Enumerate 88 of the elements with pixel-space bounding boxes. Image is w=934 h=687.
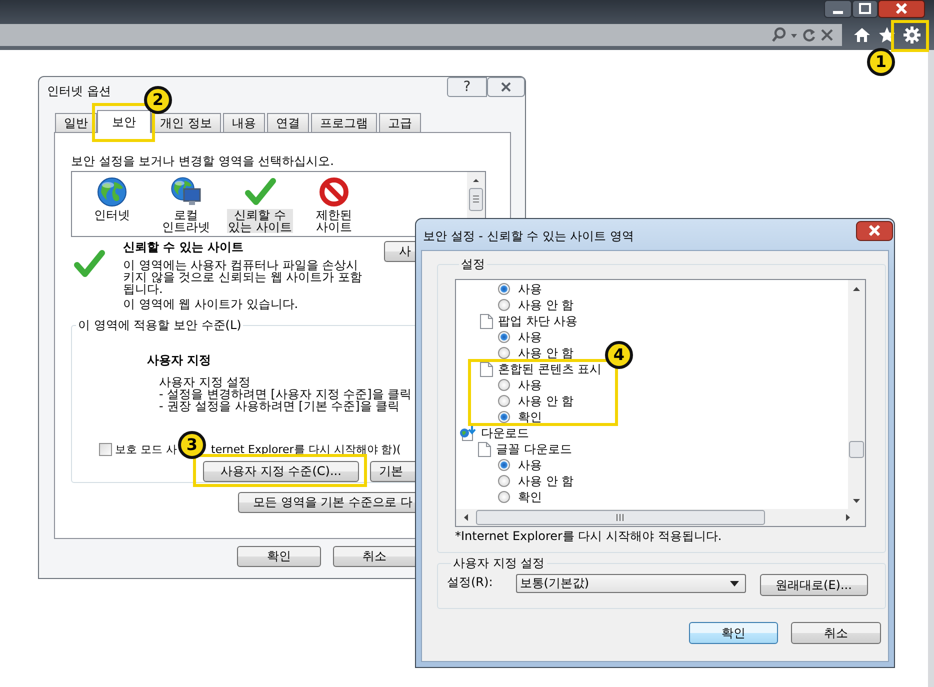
sites-button[interactable]: 사 bbox=[384, 241, 415, 262]
cancel-button[interactable]: 취소 bbox=[333, 546, 415, 567]
help-button[interactable]: ? bbox=[447, 77, 487, 97]
highlight-frame bbox=[891, 20, 929, 52]
globe-icon bbox=[96, 176, 128, 208]
option-label: 확인 bbox=[518, 411, 542, 423]
group-label: 이 영역에 적용할 보안 수준(L) bbox=[77, 318, 242, 332]
radio-button[interactable] bbox=[498, 411, 510, 423]
option-label: 사용 안 함 bbox=[518, 395, 574, 407]
radio-button[interactable] bbox=[498, 283, 510, 295]
settings-icon[interactable] bbox=[903, 26, 921, 44]
instruction-text: 보안 설정을 보거나 변경할 영역을 선택하십시오. bbox=[71, 154, 335, 168]
checkmark-icon bbox=[244, 176, 276, 208]
vertical-scrollbar[interactable] bbox=[848, 280, 865, 511]
radio-button[interactable] bbox=[498, 347, 510, 359]
setting-label: 팝업 차단 사용 bbox=[498, 315, 578, 327]
zone-item[interactable]: 인터넷 bbox=[75, 172, 149, 236]
group-label: 사용자 지정 설정 bbox=[452, 556, 546, 570]
zone-item[interactable]: 신뢰할 수 있는 사이트 bbox=[223, 172, 297, 236]
option-label: 사용 bbox=[518, 283, 542, 295]
tab[interactable]: 연결 bbox=[266, 113, 309, 132]
option-label: 사용 안 함 bbox=[518, 475, 574, 487]
level-name: 사용자 지정 bbox=[147, 353, 212, 367]
tab[interactable]: 개인 정보 bbox=[151, 113, 221, 132]
close-button[interactable] bbox=[487, 77, 525, 97]
stop-icon[interactable] bbox=[820, 27, 834, 43]
home-icon[interactable] bbox=[853, 26, 871, 44]
option-label: 확인 bbox=[518, 491, 542, 503]
prohibited-icon bbox=[318, 176, 350, 208]
minimize-button[interactable] bbox=[824, 0, 852, 18]
group-label: 설정 bbox=[460, 257, 486, 271]
reset-all-zones-button[interactable]: 모든 영역을 기본 수준으로 다 bbox=[238, 492, 416, 513]
setting-label: 혼합된 콘텐츠 표시 bbox=[498, 363, 602, 375]
default-level-button[interactable]: 기본 bbox=[370, 461, 416, 482]
radio-button[interactable] bbox=[498, 459, 510, 471]
option-label: 사용 bbox=[518, 379, 542, 391]
category-label: 다운로드 bbox=[481, 427, 529, 439]
radio-button[interactable] bbox=[498, 331, 510, 343]
level-description: - 설정을 변경하려면 [사용자 지정 수준]을 클릭 bbox=[159, 388, 412, 400]
search-icon[interactable] bbox=[771, 27, 787, 43]
tab[interactable]: 내용 bbox=[222, 113, 265, 132]
globe-arrow-icon bbox=[459, 425, 477, 441]
zone-status: 이 영역에 웹 사이트가 있습니다. bbox=[123, 298, 300, 310]
reset-button[interactable]: 원래대로(E)... bbox=[760, 574, 868, 596]
document-icon bbox=[480, 362, 493, 376]
document-icon bbox=[478, 442, 491, 456]
radio-button[interactable] bbox=[498, 491, 510, 503]
zone-item[interactable]: 로컬 인트라넷 bbox=[149, 172, 223, 236]
checkbox-label: 보호 모드 사 bbox=[115, 442, 177, 456]
option-label: 사용 bbox=[518, 331, 542, 343]
window-title: 인터넷 옵션 bbox=[47, 83, 111, 100]
zone-description: 이 영역에는 사용자 컴퓨터나 파일을 손상시키지 않을 것으로 신뢰되는 웹 사이트가 포함됩니다. bbox=[123, 259, 363, 295]
custom-level-button[interactable]: 사용자 지정 수준(C)... bbox=[203, 461, 359, 482]
radio-button[interactable] bbox=[498, 379, 510, 391]
radio-button[interactable] bbox=[498, 395, 510, 407]
refresh-icon[interactable] bbox=[801, 27, 817, 43]
tab[interactable]: 프로그램 bbox=[310, 113, 377, 132]
restart-note: *Internet Explorer를 다시 시작해야 적용됩니다. bbox=[455, 529, 723, 543]
ok-button[interactable]: 확인 bbox=[689, 622, 778, 644]
zone-item[interactable]: 제한된 사이트 bbox=[297, 172, 371, 236]
document-icon bbox=[480, 314, 493, 328]
level-description: 사용자 지정 설정 bbox=[159, 376, 251, 388]
field-label: 설정(R): bbox=[447, 575, 493, 589]
star-icon[interactable] bbox=[878, 26, 896, 44]
caret-icon[interactable] bbox=[730, 580, 739, 586]
radio-button[interactable] bbox=[498, 475, 510, 487]
zone-title: 신뢰할 수 있는 사이트 bbox=[123, 240, 245, 254]
cancel-button[interactable]: 취소 bbox=[791, 622, 881, 644]
close-button[interactable] bbox=[856, 221, 893, 241]
option-label: 사용 bbox=[518, 459, 542, 471]
level-dropdown[interactable]: 보통(기본값) bbox=[516, 574, 746, 593]
tab[interactable]: 보안 bbox=[97, 110, 151, 133]
setting-label: 글꼴 다운로드 bbox=[496, 443, 572, 455]
tab[interactable]: 일반 bbox=[55, 113, 97, 132]
level-description: - 권장 설정을 사용하려면 [기본 수준]을 클릭 bbox=[159, 400, 400, 412]
radio-button[interactable] bbox=[498, 299, 510, 311]
tab[interactable]: 고급 bbox=[378, 113, 421, 132]
step-badge: 1 bbox=[867, 48, 895, 76]
checkbox-label: ternet Explorer를 다시 시작해야 함)( bbox=[211, 442, 401, 456]
globe-monitor-icon bbox=[170, 176, 202, 208]
option-label: 사용 안 함 bbox=[518, 347, 574, 359]
horizontal-scrollbar[interactable] bbox=[456, 509, 865, 526]
checkbox[interactable] bbox=[99, 442, 112, 456]
maximize-button[interactable] bbox=[852, 0, 878, 18]
option-label: 사용 안 함 bbox=[518, 299, 574, 311]
ok-button[interactable]: 확인 bbox=[237, 546, 321, 567]
close-button[interactable] bbox=[878, 0, 925, 18]
window-title: 보안 설정 - 신뢰할 수 있는 사이트 영역 bbox=[423, 228, 634, 245]
